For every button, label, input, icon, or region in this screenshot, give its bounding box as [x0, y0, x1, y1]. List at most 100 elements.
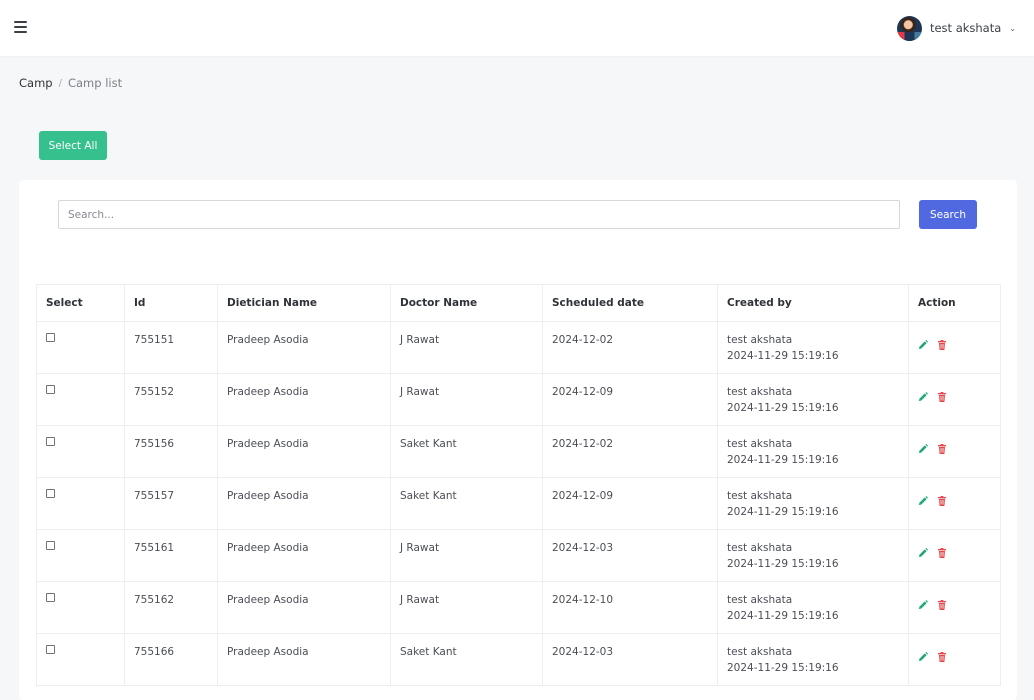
select-cell — [36, 321, 125, 374]
created-at-timestamp: 2024-11-29 15:19:16 — [727, 558, 839, 570]
action-cell — [908, 529, 1001, 582]
row-checkbox[interactable] — [46, 437, 55, 446]
created-at-timestamp: 2024-11-29 15:19:16 — [727, 506, 839, 518]
dietician-cell: Pradeep Asodia — [217, 321, 391, 374]
pencil-icon[interactable] — [918, 651, 928, 661]
select-all-button[interactable]: Select All — [39, 131, 107, 160]
doctor-cell: J Rawat — [390, 529, 543, 582]
doctor-cell: Saket Kant — [390, 633, 543, 686]
table-row: 755152 Pradeep Asodia J Rawat 2024-12-09 tes… — [36, 373, 1001, 426]
trash-icon[interactable] — [937, 651, 947, 662]
id-cell: 755166 — [124, 633, 218, 686]
search-button[interactable]: Search — [919, 200, 977, 229]
pencil-icon[interactable] — [918, 391, 928, 401]
dietician-cell: Pradeep Asodia — [217, 373, 391, 426]
camp-table: Select Id Dietician Name Doctor Name Schedul… — [36, 284, 1001, 686]
scheduled-date-cell: 2024-12-03 — [542, 633, 718, 686]
action-cell — [908, 633, 1001, 686]
action-cell — [908, 373, 1001, 426]
trash-icon[interactable] — [937, 599, 947, 610]
row-checkbox[interactable] — [46, 645, 55, 654]
created-by-cell: test akshata 2024-11-29 15:19:16 — [717, 425, 909, 478]
dietician-cell: Pradeep Asodia — [217, 477, 391, 530]
created-by-name: test akshata — [727, 334, 793, 346]
id-cell: 755161 — [124, 529, 218, 582]
table-row: 755151 Pradeep Asodia J Rawat 2024-12-02 tes… — [36, 321, 1001, 374]
column-header-scheduled-date: Scheduled date — [542, 284, 718, 322]
dietician-cell: Pradeep Asodia — [217, 529, 391, 582]
created-by-name: test akshata — [727, 594, 793, 606]
select-cell — [36, 373, 125, 426]
trash-icon[interactable] — [937, 391, 947, 402]
trash-icon[interactable] — [937, 339, 947, 350]
created-by-name: test akshata — [727, 438, 793, 450]
user-name[interactable]: test akshata — [930, 21, 1001, 35]
dietician-cell: Pradeep Asodia — [217, 425, 391, 478]
row-checkbox[interactable] — [46, 541, 55, 550]
action-cell — [908, 581, 1001, 634]
row-checkbox[interactable] — [46, 385, 55, 394]
created-at-timestamp: 2024-11-29 15:19:16 — [727, 402, 839, 414]
id-cell: 755152 — [124, 373, 218, 426]
pencil-icon[interactable] — [918, 495, 928, 505]
created-by-name: test akshata — [727, 646, 793, 658]
created-by-cell: test akshata 2024-11-29 15:19:16 — [717, 529, 909, 582]
pencil-icon[interactable] — [918, 339, 928, 349]
select-cell — [36, 529, 125, 582]
row-checkbox[interactable] — [46, 489, 55, 498]
breadcrumb-separator: / — [58, 77, 62, 89]
table-row: 755166 Pradeep Asodia Saket Kant 2024-12-03… — [36, 633, 1001, 686]
user-menu[interactable]: test akshata ⌄ — [896, 14, 1016, 42]
created-by-name: test akshata — [727, 542, 793, 554]
scheduled-date-cell: 2024-12-02 — [542, 321, 718, 374]
created-by-name: test akshata — [727, 386, 793, 398]
created-at-timestamp: 2024-11-29 15:19:16 — [727, 350, 839, 362]
select-cell — [36, 477, 125, 530]
table-row: 755161 Pradeep Asodia J Rawat 2024-12-03 tes… — [36, 529, 1001, 582]
pencil-icon[interactable] — [918, 443, 928, 453]
id-cell: 755157 — [124, 477, 218, 530]
trash-icon[interactable] — [937, 443, 947, 454]
doctor-cell: J Rawat — [390, 581, 543, 634]
search-input[interactable] — [58, 200, 900, 229]
created-by-cell: test akshata 2024-11-29 15:19:16 — [717, 373, 909, 426]
breadcrumb-camp[interactable]: Camp — [19, 76, 53, 90]
action-cell — [908, 321, 1001, 374]
table-header-row: Select Id Dietician Name Doctor Name Schedul… — [36, 284, 1001, 322]
table-row: 755162 Pradeep Asodia J Rawat 2024-12-10 tes… — [36, 581, 1001, 634]
column-header-created-by: Created by — [717, 284, 909, 322]
breadcrumb-current: Camp list — [67, 76, 123, 90]
camp-list-card: Search SelectIdDietician NameDoctor Name… — [19, 180, 1017, 700]
dietician-cell: Pradeep Asodia — [217, 633, 391, 686]
doctor-cell: Saket Kant — [390, 477, 543, 530]
scheduled-date-cell: 2024-12-09 — [542, 477, 718, 530]
select-cell — [36, 581, 125, 634]
row-checkbox[interactable] — [46, 593, 55, 602]
action-cell — [908, 477, 1001, 530]
scheduled-date-cell: 2024-12-09 — [542, 373, 718, 426]
pencil-icon[interactable] — [918, 547, 928, 557]
avatar[interactable] — [896, 15, 922, 41]
row-checkbox[interactable] — [46, 333, 55, 342]
breadcrumb: Camp / Camp list — [19, 76, 122, 90]
hamburger-menu-icon[interactable] — [14, 21, 27, 33]
scheduled-date-cell: 2024-12-03 — [542, 529, 718, 582]
created-at-timestamp: 2024-11-29 15:19:16 — [727, 454, 839, 466]
chevron-down-icon[interactable]: ⌄ — [1009, 24, 1016, 33]
column-header-select: Select — [36, 284, 125, 322]
column-header-doctor-name: Doctor Name — [390, 284, 543, 322]
created-at-timestamp: 2024-11-29 15:19:16 — [727, 610, 839, 622]
created-at-timestamp: 2024-11-29 15:19:16 — [727, 662, 839, 674]
table-row: 755156 Pradeep Asodia Saket Kant 2024-12-02… — [36, 425, 1001, 478]
column-header-action: Action — [908, 284, 1001, 322]
trash-icon[interactable] — [937, 547, 947, 558]
select-cell — [36, 633, 125, 686]
scheduled-date-cell: 2024-12-02 — [542, 425, 718, 478]
doctor-cell: J Rawat — [390, 321, 543, 374]
pencil-icon[interactable] — [918, 599, 928, 609]
select-cell — [36, 425, 125, 478]
trash-icon[interactable] — [937, 495, 947, 506]
created-by-cell: test akshata 2024-11-29 15:19:16 — [717, 321, 909, 374]
created-by-name: test akshata — [727, 490, 793, 502]
doctor-cell: J Rawat — [390, 373, 543, 426]
